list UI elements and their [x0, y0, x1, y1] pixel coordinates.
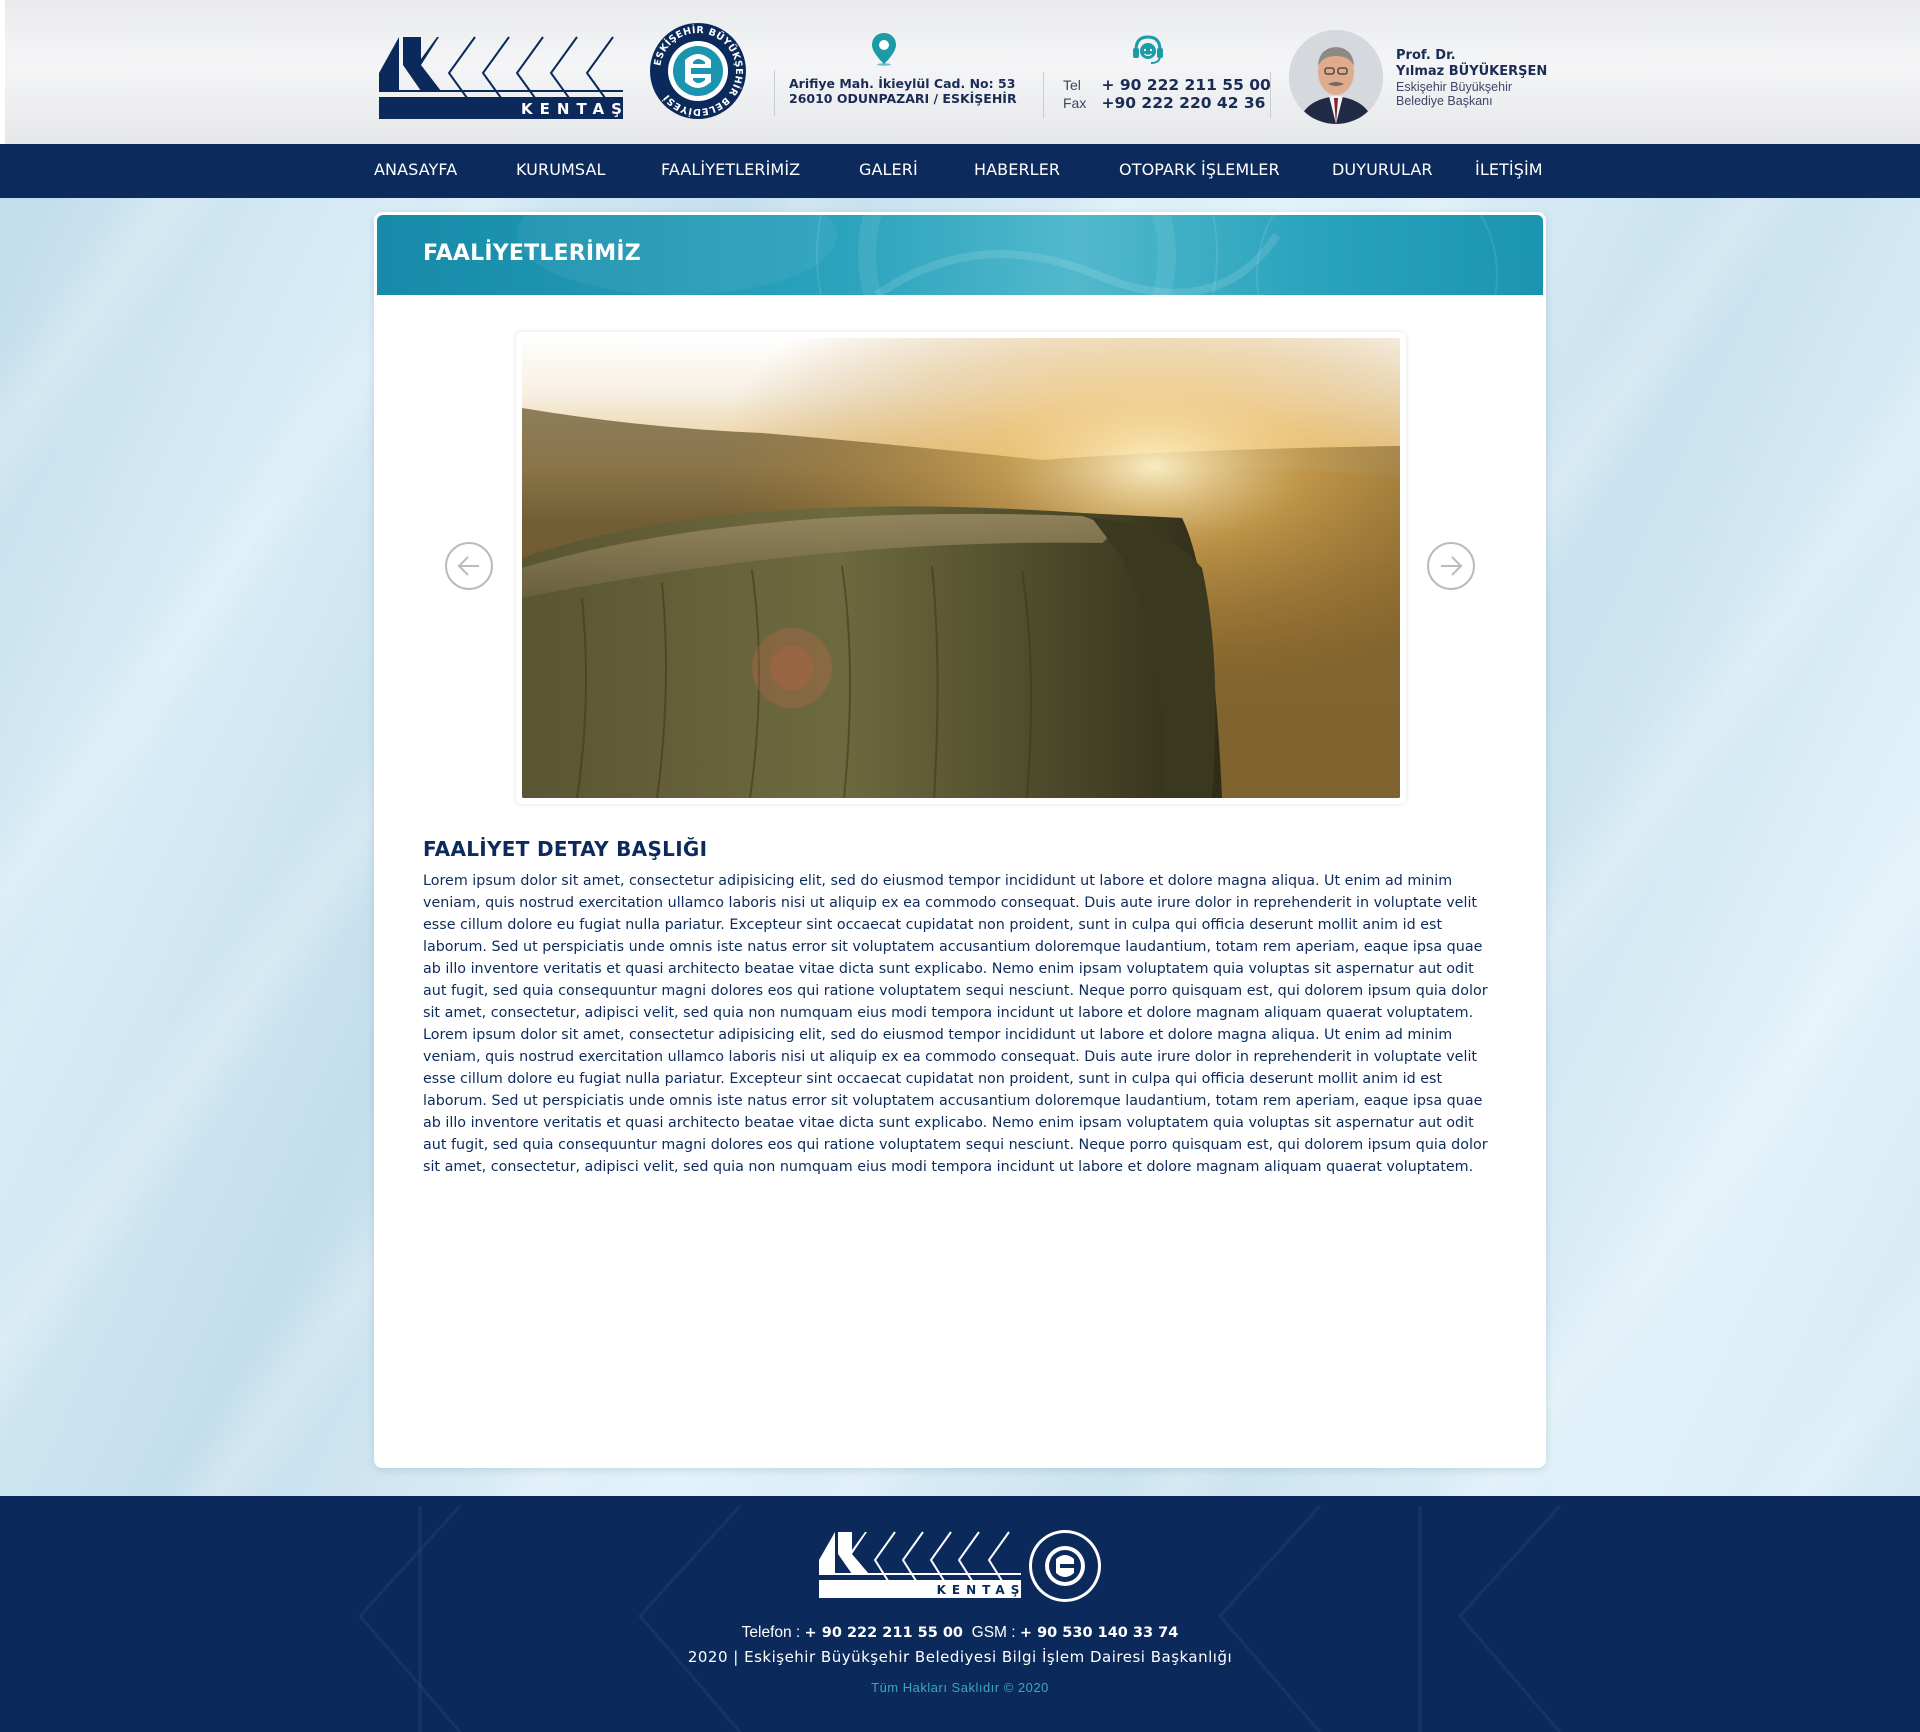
- nav-item-iletisim[interactable]: İLETİŞİM: [1475, 160, 1543, 179]
- fax-value: +90 222 220 42 36: [1101, 94, 1266, 112]
- footer-gsm-label: GSM :: [971, 1624, 1020, 1641]
- detail-body-text: Lorem ipsum dolor sit amet, consectetur …: [423, 873, 1488, 1175]
- mayor-title: Prof. Dr.: [1396, 48, 1456, 63]
- mayor-info: Prof. Dr. Yılmaz BÜYÜKERŞEN Eskişehir Bü…: [1396, 48, 1566, 108]
- address-line-2: 26010 ODUNPAZARI / ESKİŞEHİR: [789, 91, 1017, 106]
- address-block: Arifiye Mah. İkieylül Cad. No: 53 26010 …: [789, 32, 1017, 106]
- site-footer: KENTAŞ Telefon : + 90 222 211 55 00 GSM …: [0, 1496, 1920, 1732]
- footer-rights: Tüm Hakları Saklıdır © 2020: [871, 1680, 1049, 1695]
- headset-icon: [1133, 35, 1163, 64]
- content-card: FAALİYETLERİMİZ FAALİYET DETAY BAŞLIĞI L…: [374, 212, 1546, 1468]
- header-divider: [774, 70, 775, 116]
- footer-phone-label: Telefon :: [741, 1624, 805, 1641]
- footer-kentas-logo-text: KENTAŞ: [937, 1583, 1026, 1597]
- slider-prev-button[interactable]: [445, 542, 493, 590]
- slider-image: [522, 338, 1400, 798]
- footer-logos[interactable]: KENTAŞ: [819, 1528, 1101, 1604]
- address-line-1: Arifiye Mah. İkieylül Cad. No: 53: [789, 76, 1016, 91]
- header-inner: KENTAŞ ESKİŞEHİR BÜYÜKŞEHİR BELEDİYESİ A…: [379, 0, 1551, 144]
- kentas-logo[interactable]: KENTAŞ: [379, 35, 623, 121]
- header-divider: [1043, 72, 1044, 118]
- main-navigation: ANASAYFA KURUMSAL FAALİYETLERİMİZ GALERİ…: [0, 144, 1920, 198]
- image-slider: [516, 332, 1406, 804]
- map-pin-icon: [872, 33, 896, 66]
- nav-item-haberler[interactable]: HABERLER: [974, 160, 1060, 179]
- fax-label: Fax: [1063, 95, 1087, 111]
- mayor-name: Yılmaz BÜYÜKERŞEN: [1396, 64, 1548, 79]
- mayor-role-line-1: Eskişehir Büyükşehir: [1396, 80, 1513, 94]
- page-banner: FAALİYETLERİMİZ: [377, 215, 1543, 295]
- arrow-left-icon: [457, 556, 479, 576]
- footer-gsm-value[interactable]: + 90 530 140 33 74: [1020, 1625, 1178, 1641]
- arrow-right-icon: [1441, 556, 1463, 576]
- slider-next-button[interactable]: [1427, 542, 1475, 590]
- mayor-photo[interactable]: [1289, 30, 1383, 124]
- site-header: KENTAŞ ESKİŞEHİR BÜYÜKŞEHİR BELEDİYESİ A…: [0, 0, 1920, 144]
- footer-copyright-line: 2020 | Eskişehir Büyükşehir Belediyesi B…: [687, 1648, 1233, 1666]
- tel-value[interactable]: + 90 222 211 55 00: [1101, 76, 1270, 94]
- detail-title: FAALİYET DETAY BAŞLIĞI: [423, 837, 708, 861]
- nav-item-faaliyetlerimiz[interactable]: FAALİYETLERİMİZ: [661, 160, 800, 179]
- eskisehir-municipality-seal[interactable]: ESKİŞEHİR BÜYÜKŞEHİR BELEDİYESİ: [649, 22, 747, 120]
- kentas-logo-text: KENTAŞ: [521, 100, 623, 118]
- tel-row: Tel + 90 222 211 55 00: [1063, 76, 1271, 95]
- header-divider: [1270, 72, 1271, 118]
- nav-item-otopark-islemler[interactable]: OTOPARK İŞLEMLER: [1119, 160, 1280, 179]
- nav-item-anasayfa[interactable]: ANASAYFA: [374, 160, 457, 179]
- mayor-role-line-2: Belediye Başkanı: [1396, 94, 1493, 108]
- fax-row: Fax +90 222 220 42 36: [1063, 94, 1265, 113]
- footer-contact-line: Telefon : + 90 222 211 55 00 GSM : + 90 …: [0, 1624, 1920, 1642]
- page-title: FAALİYETLERİMİZ: [423, 241, 641, 266]
- nav-item-duyurular[interactable]: DUYURULAR: [1332, 160, 1433, 179]
- nav-item-kurumsal[interactable]: KURUMSAL: [516, 160, 606, 179]
- tel-label: Tel: [1063, 77, 1081, 93]
- nav-item-galeri[interactable]: GALERİ: [859, 160, 918, 179]
- footer-phone-value[interactable]: + 90 222 211 55 00: [805, 1625, 963, 1641]
